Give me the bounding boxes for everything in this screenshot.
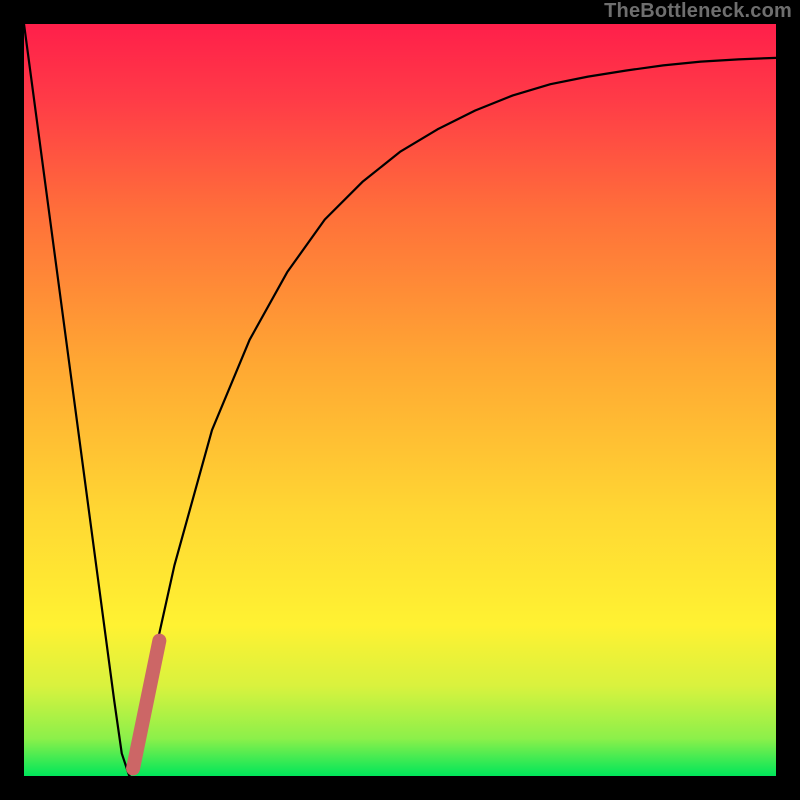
watermark-label: TheBottleneck.com	[604, 0, 792, 23]
gradient-background	[24, 24, 776, 776]
chart-frame: TheBottleneck.com	[0, 0, 800, 800]
chart-plot-area	[24, 24, 776, 776]
chart-svg	[24, 24, 776, 776]
